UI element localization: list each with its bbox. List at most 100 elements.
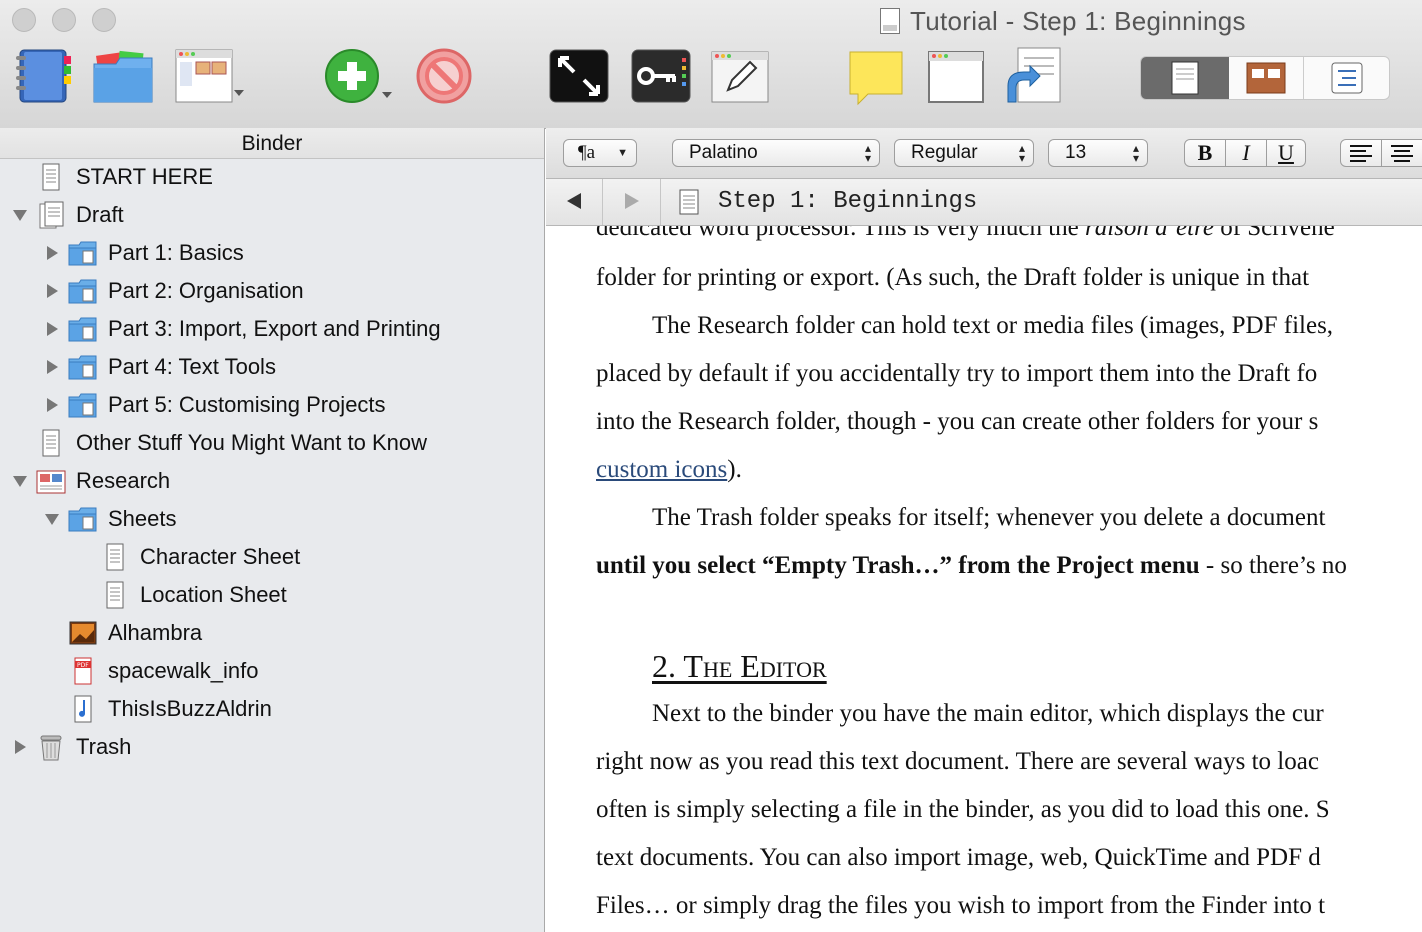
text-document-icon (100, 543, 130, 571)
disclosure-expanded-icon[interactable] (44, 511, 60, 527)
section-heading: 2. The Editor (652, 648, 827, 684)
fullscreen-icon[interactable] (548, 44, 610, 110)
binder-item-label: Research (76, 468, 171, 493)
underline-button[interactable]: U (1267, 140, 1305, 166)
document-icon (679, 189, 699, 220)
text-document-icon (36, 429, 66, 457)
binder-item-label: Part 2: Organisation (108, 278, 304, 303)
trash-icon (36, 733, 66, 761)
binder-item-sheets[interactable]: Sheets (0, 500, 544, 538)
text-line: Files… or simply drag the files you wish… (596, 892, 1326, 919)
binder-item-spacewalk-info[interactable]: PDF spacewalk_info (0, 652, 544, 690)
binder-item-start-here[interactable]: START HERE (0, 158, 544, 196)
pdf-icon: PDF (68, 657, 98, 685)
draft-folder-icon (36, 201, 66, 229)
quick-reference-icon[interactable] (926, 44, 986, 110)
font-size-popup[interactable]: 13 ▴ ▾ (1048, 139, 1148, 167)
binder-item-label: Draft (76, 202, 124, 227)
binder-item-alhambra[interactable]: Alhambra (0, 614, 544, 652)
view-mode-switcher (1140, 56, 1390, 100)
italic-button[interactable]: I (1226, 140, 1267, 166)
binder-item-label: Part 5: Customising Projects (108, 392, 386, 417)
disclosure-collapsed-icon[interactable] (44, 283, 60, 299)
binder-item-research[interactable]: Research (0, 462, 544, 500)
binder-item-label: Part 4: Text Tools (108, 354, 276, 379)
binder-panel: Binder START HERE Draft Part 1: Basics Part… (0, 128, 545, 932)
binder-icon[interactable] (14, 44, 74, 110)
disclosure-collapsed-icon[interactable] (12, 739, 28, 755)
binder-item-label: Sheets (108, 506, 177, 531)
binder-item-location-sheet[interactable]: Location Sheet (0, 576, 544, 614)
disclosure-collapsed-icon[interactable] (44, 359, 60, 375)
window-title: Tutorial - Step 1: Beginnings (880, 4, 1246, 38)
view-document-icon[interactable] (1141, 57, 1229, 99)
disclosure-expanded-icon[interactable] (12, 473, 28, 489)
text-style-buttons: B I U (1184, 139, 1306, 167)
text-line: Next to the binder you have the main edi… (652, 700, 1324, 727)
view-outline-icon[interactable] (1304, 57, 1389, 99)
text-line: text documents. You can also import imag… (596, 844, 1321, 871)
binder-item-character-sheet[interactable]: Character Sheet (0, 538, 544, 576)
delete-icon[interactable] (414, 44, 474, 110)
binder-item-part-5-customising-projects[interactable]: Part 5: Customising Projects (0, 386, 544, 424)
align-left-button[interactable] (1341, 140, 1382, 166)
window-toolbar: Tutorial - Step 1: Beginnings (0, 0, 1422, 129)
add-icon[interactable] (322, 44, 398, 110)
research-folder-icon (36, 467, 66, 495)
disclosure-expanded-icon[interactable] (12, 207, 28, 223)
binder-item-thisisbuzzaldrin[interactable]: ThisIsBuzzAldrin (0, 690, 544, 728)
binder-item-label: Part 1: Basics (108, 240, 244, 265)
binder-item-draft[interactable]: Draft (0, 196, 544, 234)
note-icon[interactable] (846, 44, 906, 110)
paragraph-style-popup[interactable]: ¶a ▼ (563, 139, 637, 167)
forward-arrow-icon[interactable] (622, 191, 642, 216)
binder-item-label: START HERE (76, 164, 213, 189)
editor-document-title[interactable]: Step 1: Beginnings (718, 188, 977, 215)
align-center-button[interactable] (1382, 140, 1422, 166)
close-window-button[interactable] (12, 8, 36, 32)
inspector-edit-icon[interactable] (710, 44, 772, 110)
text-line: The Research folder can hold text or med… (652, 312, 1334, 339)
text-line: until you select “Empty Trash…” from the… (596, 552, 1347, 579)
audio-icon (68, 695, 98, 723)
text-line: often is simply selecting a file in the … (596, 796, 1330, 823)
image-icon (68, 619, 98, 647)
text-document-icon (100, 581, 130, 609)
collections-icon[interactable] (90, 44, 158, 110)
font-family-popup[interactable]: Palatino ▴ ▾ (672, 139, 880, 167)
binder-item-label: spacewalk_info (108, 658, 259, 683)
view-corkboard-icon[interactable] (1229, 57, 1304, 99)
text-line: folder for printing or export. (As such,… (596, 264, 1310, 291)
text-line: custom icons). (596, 456, 742, 483)
disclosure-collapsed-icon[interactable] (44, 397, 60, 413)
keywords-icon[interactable] (630, 44, 692, 110)
text-line: placed by default if you accidentally tr… (596, 360, 1318, 387)
binder-item-part-1-basics[interactable]: Part 1: Basics (0, 234, 544, 272)
text-line: The Trash folder speaks for itself; when… (652, 504, 1326, 531)
disclosure-collapsed-icon[interactable] (44, 321, 60, 337)
bold-button[interactable]: B (1185, 140, 1226, 166)
binder-item-part-3-import-export-and-printing[interactable]: Part 3: Import, Export and Printing (0, 310, 544, 348)
binder-item-label: Alhambra (108, 620, 203, 645)
custom-icons-link[interactable]: custom icons (596, 456, 727, 483)
binder-item-label: Part 3: Import, Export and Printing (108, 316, 441, 341)
text-line: dedicated word processor. This is very m… (596, 226, 1335, 241)
binder-item-label: Character Sheet (140, 544, 301, 569)
folder-icon (68, 239, 98, 267)
binder-item-label: Trash (76, 734, 132, 759)
compile-icon[interactable] (1002, 44, 1064, 110)
text-line: right now as you read this text document… (596, 748, 1319, 775)
binder-item-other-stuff-you-might-want-to-know[interactable]: Other Stuff You Might Want to Know (0, 424, 544, 462)
binder-item-part-4-text-tools[interactable]: Part 4: Text Tools (0, 348, 544, 386)
font-style-popup[interactable]: Regular ▴ ▾ (894, 139, 1034, 167)
binder-item-part-2-organisation[interactable]: Part 2: Organisation (0, 272, 544, 310)
minimize-window-button[interactable] (52, 8, 76, 32)
layout-icon[interactable] (172, 44, 250, 110)
disclosure-collapsed-icon[interactable] (44, 245, 60, 261)
editor-header-bar: Step 1: Beginnings (546, 179, 1422, 226)
binder-item-label: Other Stuff You Might Want to Know (76, 430, 427, 455)
zoom-window-button[interactable] (92, 8, 116, 32)
editor-text-area[interactable]: dedicated word processor. This is very m… (546, 226, 1422, 932)
back-arrow-icon[interactable] (564, 191, 584, 216)
binder-item-trash[interactable]: Trash (0, 728, 544, 766)
